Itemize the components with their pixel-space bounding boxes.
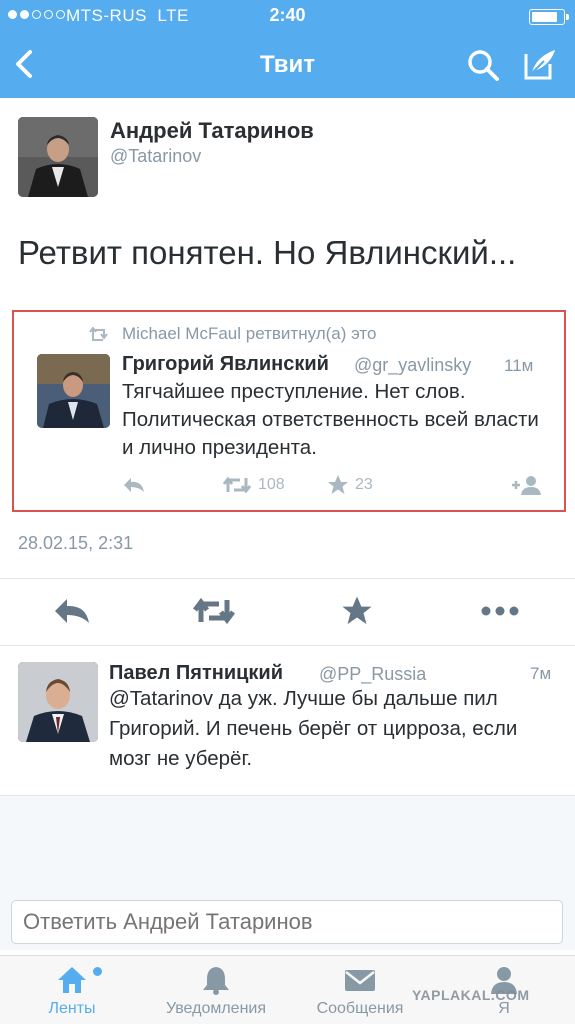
author-name[interactable]: Андрей Татаринов [110, 118, 314, 144]
reply-author-name[interactable]: Павел Пятницкий [109, 662, 283, 685]
watermark: YAPLAKAL.COM [412, 987, 530, 1003]
bell-icon [203, 967, 229, 995]
divider [0, 578, 575, 579]
tweet-text: Ретвит понятен. Но Явлинский... [18, 234, 517, 271]
battery-icon [529, 9, 569, 25]
retweet-context: Michael McFaul ретвитнул(а) это [122, 324, 377, 343]
reply-time: 7м [530, 664, 552, 683]
tab-label: Ленты [48, 1000, 96, 1017]
star-icon [328, 475, 348, 494]
home-icon [58, 967, 86, 993]
retweeted-tweet-card[interactable]: Michael McFaul ретвитнул(а) это Григорий… [12, 310, 566, 512]
retweet-button[interactable] [192, 594, 236, 628]
tab-label: Сообщения [316, 1000, 404, 1017]
divider [0, 795, 575, 796]
tweet-timestamp: 28.02.15, 2:31 [18, 533, 134, 553]
tweet-detail-screen: MTS-RUS LTE 2:40 Твит Андрей Татаринов @… [0, 0, 575, 1024]
quoted-favorite-button[interactable]: 23 [327, 472, 373, 498]
tab-notifications[interactable]: Уведомления [156, 956, 276, 1024]
status-time: 2:40 [269, 5, 306, 25]
quoted-actions: 108 23 [14, 472, 564, 498]
follow-icon [512, 476, 541, 495]
retweet-icon [89, 327, 108, 341]
star-icon [342, 596, 372, 625]
status-bar: MTS-RUS LTE 2:40 [0, 0, 575, 34]
more-icon [481, 606, 519, 616]
tab-timelines[interactable]: Ленты [12, 956, 132, 1024]
quoted-tweet-text: Тягчайшее преступление. Нет слов. Полити… [122, 380, 539, 459]
notification-dot [93, 967, 102, 976]
quoted-time: 11м [504, 356, 534, 375]
quoted-follow-button[interactable] [510, 472, 542, 498]
quoted-favorite-count: 23 [355, 476, 373, 493]
reply-icon [124, 478, 144, 492]
author-avatar[interactable] [18, 117, 98, 197]
compose-icon [524, 50, 555, 80]
retweet-icon [193, 597, 235, 625]
reply-author-avatar[interactable] [18, 662, 98, 742]
retweet-icon [222, 476, 252, 494]
quoted-author-name[interactable]: Григорий Явлинский [122, 353, 329, 376]
search-icon [468, 50, 499, 81]
reply-button[interactable] [50, 594, 94, 628]
favorite-button[interactable] [335, 594, 379, 628]
compose-button[interactable] [522, 46, 558, 82]
quoted-author-avatar[interactable] [37, 354, 110, 428]
divider [0, 645, 575, 646]
author-handle[interactable]: @Tatarinov [110, 146, 201, 167]
tab-messages[interactable]: Сообщения [300, 956, 420, 1024]
quoted-retweet-button[interactable]: 108 [222, 472, 285, 498]
envelope-icon [345, 970, 375, 991]
navbar: Твит [0, 34, 575, 98]
tweet-action-bar [0, 580, 575, 644]
tab-label: Уведомления [165, 1000, 267, 1017]
reply-input[interactable] [11, 900, 563, 944]
quoted-retweet-count: 108 [258, 476, 285, 493]
header: MTS-RUS LTE 2:40 Твит [0, 0, 575, 98]
quoted-author-handle[interactable]: @gr_yavlinsky [354, 355, 471, 376]
reply-icon [55, 599, 89, 623]
reply-text: @Tatarinov да уж. Лучше бы дальше пил Гр… [109, 687, 518, 770]
quoted-reply-button[interactable] [122, 472, 146, 498]
more-button[interactable] [478, 594, 522, 628]
search-button[interactable] [466, 48, 500, 82]
reply-author-handle[interactable]: @PP_Russia [319, 664, 426, 685]
